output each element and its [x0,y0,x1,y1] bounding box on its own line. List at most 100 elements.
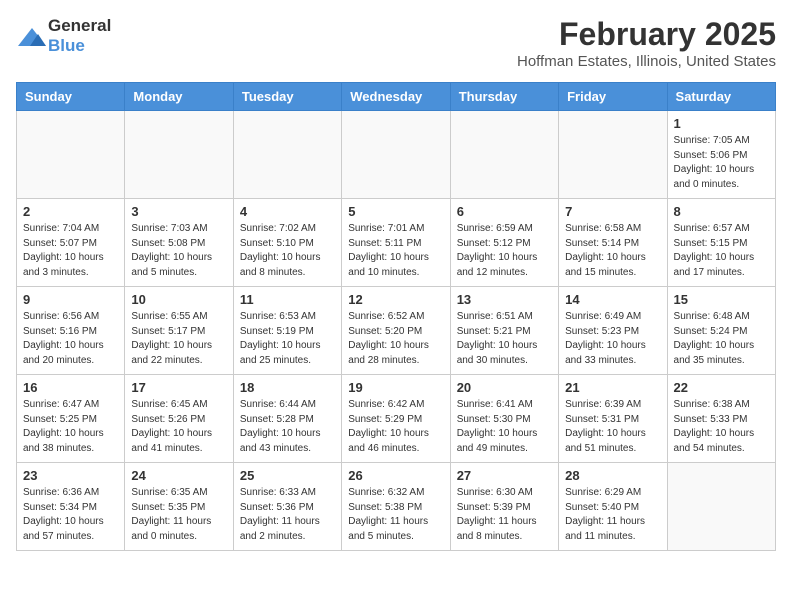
calendar-cell: 19Sunrise: 6:42 AM Sunset: 5:29 PM Dayli… [342,375,450,463]
day-info: Sunrise: 7:02 AM Sunset: 5:10 PM Dayligh… [240,222,335,280]
day-info: Sunrise: 6:30 AM Sunset: 5:39 PM Dayligh… [457,486,552,544]
calendar-cell: 26Sunrise: 6:32 AM Sunset: 5:38 PM Dayli… [342,463,450,551]
calendar-cell: 20 Sunrise: 6:41 AM Sunset: 5:30 PM Dayli… [450,375,558,463]
day-info: Sunrise: 6:48 AM Sunset: 5:24 PM Dayligh… [674,310,769,368]
calendar-cell: 25 Sunrise: 6:33 AM Sunset: 5:36 PM Dayli… [233,463,341,551]
day-number: 26 [348,468,443,483]
calendar-cell: 7 Sunrise: 6:58 AM Sunset: 5:14 PM Daylig… [559,199,667,287]
day-info: Sunrise: 6:44 AM Sunset: 5:28 PM Dayligh… [240,398,335,456]
day-number: 2 [23,204,118,219]
day-number: 20 [457,380,552,395]
calendar-cell: 18Sunrise: 6:44 AM Sunset: 5:28 PM Dayli… [233,375,341,463]
calendar-table: SundayMondayTuesdayWednesdayThursdayFrid… [16,82,776,551]
day-number: 25 [240,468,335,483]
day-number: 23 [23,468,118,483]
calendar-cell: 1 Sunrise: 7:05 AM Sunset: 5:06 PM Daylig… [667,111,775,199]
week-row-4: 16Sunrise: 6:47 AM Sunset: 5:25 PM Dayli… [17,375,776,463]
day-number: 11 [240,292,335,307]
weekday-header-saturday: Saturday [667,83,775,111]
day-number: 9 [23,292,118,307]
day-info: Sunrise: 6:51 AM Sunset: 5:21 PM Dayligh… [457,310,552,368]
calendar-cell [342,111,450,199]
day-info: Sunrise: 6:59 AM Sunset: 5:12 PM Dayligh… [457,222,552,280]
day-info: Sunrise: 7:05 AM Sunset: 5:06 PM Dayligh… [674,134,769,192]
weekday-header-friday: Friday [559,83,667,111]
calendar-cell [125,111,233,199]
calendar-cell: 6 Sunrise: 6:59 AM Sunset: 5:12 PM Daylig… [450,199,558,287]
calendar-cell: 22 Sunrise: 6:38 AM Sunset: 5:33 PM Dayli… [667,375,775,463]
weekday-header-monday: Monday [125,83,233,111]
day-info: Sunrise: 6:41 AM Sunset: 5:30 PM Dayligh… [457,398,552,456]
weekday-header-tuesday: Tuesday [233,83,341,111]
calendar-cell: 23 Sunrise: 6:36 AM Sunset: 5:34 PM Dayli… [17,463,125,551]
logo-text: General Blue [48,16,111,56]
calendar-cell: 3Sunrise: 7:03 AM Sunset: 5:08 PM Daylig… [125,199,233,287]
day-info: Sunrise: 6:53 AM Sunset: 5:19 PM Dayligh… [240,310,335,368]
day-number: 4 [240,204,335,219]
day-number: 1 [674,116,769,131]
calendar-cell: 21 Sunrise: 6:39 AM Sunset: 5:31 PM Dayli… [559,375,667,463]
day-number: 17 [131,380,226,395]
day-info: Sunrise: 7:03 AM Sunset: 5:08 PM Dayligh… [131,222,226,280]
calendar-cell: 27 Sunrise: 6:30 AM Sunset: 5:39 PM Dayli… [450,463,558,551]
day-info: Sunrise: 6:35 AM Sunset: 5:35 PM Dayligh… [131,486,226,544]
title-block: February 2025 Hoffman Estates, Illinois,… [517,16,776,70]
day-number: 13 [457,292,552,307]
calendar-cell: 4 Sunrise: 7:02 AM Sunset: 5:10 PM Daylig… [233,199,341,287]
calendar-cell: 15 Sunrise: 6:48 AM Sunset: 5:24 PM Dayli… [667,287,775,375]
month-title: February 2025 [517,16,776,53]
calendar-cell: 24 Sunrise: 6:35 AM Sunset: 5:35 PM Dayli… [125,463,233,551]
calendar-cell [17,111,125,199]
day-number: 28 [565,468,660,483]
calendar-cell: 8Sunrise: 6:57 AM Sunset: 5:15 PM Daylig… [667,199,775,287]
day-number: 7 [565,204,660,219]
page-header: General Blue February 2025 Hoffman Estat… [16,16,776,70]
day-number: 19 [348,380,443,395]
week-row-2: 2Sunrise: 7:04 AM Sunset: 5:07 PM Daylig… [17,199,776,287]
location-title: Hoffman Estates, Illinois, United States [517,53,776,70]
calendar-cell: 14Sunrise: 6:49 AM Sunset: 5:23 PM Dayli… [559,287,667,375]
weekday-header-sunday: Sunday [17,83,125,111]
day-info: Sunrise: 6:58 AM Sunset: 5:14 PM Dayligh… [565,222,660,280]
calendar-cell: 13 Sunrise: 6:51 AM Sunset: 5:21 PM Dayli… [450,287,558,375]
calendar-cell [233,111,341,199]
weekday-header-thursday: Thursday [450,83,558,111]
day-number: 15 [674,292,769,307]
logo-icon [16,26,44,46]
calendar-cell [559,111,667,199]
logo-general: General [48,16,111,35]
calendar-cell: 9 Sunrise: 6:56 AM Sunset: 5:16 PM Daylig… [17,287,125,375]
calendar-cell: 2Sunrise: 7:04 AM Sunset: 5:07 PM Daylig… [17,199,125,287]
day-info: Sunrise: 6:47 AM Sunset: 5:25 PM Dayligh… [23,398,118,456]
weekday-header-row: SundayMondayTuesdayWednesdayThursdayFrid… [17,83,776,111]
day-number: 27 [457,468,552,483]
weekday-header-wednesday: Wednesday [342,83,450,111]
day-info: Sunrise: 6:57 AM Sunset: 5:15 PM Dayligh… [674,222,769,280]
calendar-cell: 11 Sunrise: 6:53 AM Sunset: 5:19 PM Dayli… [233,287,341,375]
day-number: 24 [131,468,226,483]
day-info: Sunrise: 6:33 AM Sunset: 5:36 PM Dayligh… [240,486,335,544]
day-number: 21 [565,380,660,395]
day-info: Sunrise: 6:36 AM Sunset: 5:34 PM Dayligh… [23,486,118,544]
logo-blue: Blue [48,36,85,55]
week-row-1: 1 Sunrise: 7:05 AM Sunset: 5:06 PM Daylig… [17,111,776,199]
day-number: 14 [565,292,660,307]
day-number: 12 [348,292,443,307]
day-info: Sunrise: 6:39 AM Sunset: 5:31 PM Dayligh… [565,398,660,456]
day-info: Sunrise: 7:01 AM Sunset: 5:11 PM Dayligh… [348,222,443,280]
day-number: 22 [674,380,769,395]
day-info: Sunrise: 6:38 AM Sunset: 5:33 PM Dayligh… [674,398,769,456]
day-info: Sunrise: 6:45 AM Sunset: 5:26 PM Dayligh… [131,398,226,456]
day-info: Sunrise: 6:55 AM Sunset: 5:17 PM Dayligh… [131,310,226,368]
day-number: 5 [348,204,443,219]
day-info: Sunrise: 6:52 AM Sunset: 5:20 PM Dayligh… [348,310,443,368]
calendar-cell: 16Sunrise: 6:47 AM Sunset: 5:25 PM Dayli… [17,375,125,463]
calendar-cell: 10Sunrise: 6:55 AM Sunset: 5:17 PM Dayli… [125,287,233,375]
day-info: Sunrise: 6:29 AM Sunset: 5:40 PM Dayligh… [565,486,660,544]
logo: General Blue [16,16,111,56]
calendar-cell: 28 Sunrise: 6:29 AM Sunset: 5:40 PM Dayli… [559,463,667,551]
day-info: Sunrise: 6:56 AM Sunset: 5:16 PM Dayligh… [23,310,118,368]
week-row-3: 9 Sunrise: 6:56 AM Sunset: 5:16 PM Daylig… [17,287,776,375]
day-number: 6 [457,204,552,219]
calendar-cell [450,111,558,199]
